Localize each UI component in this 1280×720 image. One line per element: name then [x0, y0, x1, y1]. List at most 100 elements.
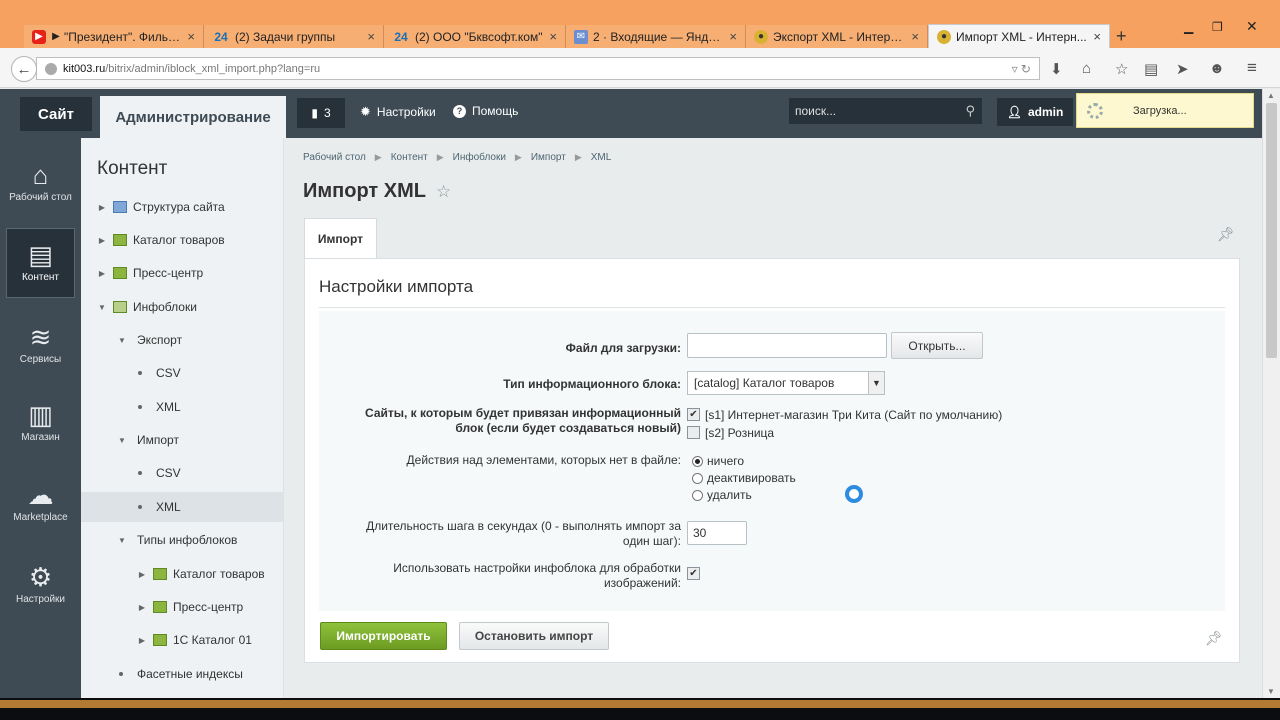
collapse-arrow-icon[interactable]: ▼: [117, 536, 127, 545]
expand-arrow-icon[interactable]: ▶: [97, 236, 107, 245]
expand-arrow-icon[interactable]: ▶: [137, 603, 147, 612]
mail-icon: ✉: [574, 29, 588, 44]
collapse-arrow-icon[interactable]: ▼: [117, 336, 127, 345]
close-icon[interactable]: ×: [549, 29, 557, 44]
bitrix24-icon: 24: [214, 29, 228, 44]
collapse-arrow-icon[interactable]: ▼: [97, 303, 107, 312]
expand-arrow-icon[interactable]: ▶: [137, 570, 147, 579]
notifications-button[interactable]: ▮ 3: [297, 98, 345, 128]
menu-label: Настройки: [15, 594, 66, 605]
collapse-arrow-icon[interactable]: ▼: [117, 436, 127, 445]
tree-item-press[interactable]: ▶ Пресс-центр: [81, 258, 284, 288]
close-icon[interactable]: ×: [187, 29, 195, 44]
chevron-right-icon: ▶: [374, 152, 382, 162]
radio-deactivate[interactable]: деактивировать: [692, 471, 796, 485]
import-button[interactable]: Импортировать: [320, 622, 447, 650]
breadcrumb-link[interactable]: Контент: [391, 152, 428, 163]
close-icon[interactable]: ×: [729, 29, 737, 44]
close-icon[interactable]: ×: [1093, 29, 1101, 44]
tree-item-import-csv[interactable]: CSV: [81, 458, 284, 488]
reload-icon[interactable]: ▿ ↻: [1012, 62, 1031, 76]
home-icon[interactable]: ⌂: [1082, 60, 1091, 77]
user-button[interactable]: 👤︎ admin: [997, 98, 1073, 126]
iblock-icon: [113, 234, 127, 246]
tree-item-import[interactable]: ▼ Импорт: [81, 425, 284, 455]
new-tab-button[interactable]: +: [1116, 26, 1127, 47]
page-scrollbar[interactable]: ▲ ▼: [1262, 89, 1280, 698]
tree-item-site-structure[interactable]: ▶ Структура сайта: [81, 192, 284, 222]
step-input[interactable]: [687, 521, 747, 545]
breadcrumb-link[interactable]: XML: [591, 152, 612, 163]
menu-content[interactable]: ▤ Контент: [6, 228, 75, 298]
tab-import[interactable]: Импорт: [304, 218, 377, 258]
open-file-button[interactable]: Открыть...: [891, 332, 983, 359]
tree-item-import-xml[interactable]: XML: [81, 492, 284, 522]
tree-label: Фасетные индексы: [137, 667, 243, 681]
tree-item-type-1c[interactable]: ▶ 1С Каталог 01: [81, 625, 284, 655]
close-icon[interactable]: ×: [911, 29, 919, 44]
tree-item-export[interactable]: ▼ Экспорт: [81, 325, 284, 355]
menu-label: Рабочий стол: [9, 192, 72, 203]
search-input[interactable]: [795, 104, 955, 118]
download-icon[interactable]: ⬇: [1050, 60, 1063, 78]
address-bar[interactable]: kit003.ru /bitrix/admin/iblock_xml_impor…: [36, 57, 1040, 80]
tree-item-type-catalog[interactable]: ▶ Каталог товаров: [81, 559, 284, 589]
browser-tab-export[interactable]: ● Экспорт XML - Интерн... ×: [746, 25, 928, 48]
tree-item-export-xml[interactable]: XML: [81, 392, 284, 422]
favorite-star-icon[interactable]: ☆: [436, 182, 451, 202]
tree-item-export-csv[interactable]: CSV: [81, 358, 284, 388]
menu-label: Сервисы: [19, 354, 62, 365]
tree-item-facet-index[interactable]: Фасетные индексы: [81, 659, 284, 689]
action-radios: ничего деактивировать удалить: [692, 454, 796, 505]
tree-item-iblocks[interactable]: ▼ Инфоблоки: [81, 292, 284, 322]
expand-arrow-icon[interactable]: ▶: [137, 636, 147, 645]
browser-tab-youtube[interactable]: ▶ ▶ "Президент". Фильм ... ×: [24, 25, 204, 48]
menu-icon[interactable]: ≡: [1247, 58, 1257, 78]
restore-icon[interactable]: ❐: [1212, 20, 1223, 34]
radio-none[interactable]: ничего: [692, 454, 796, 468]
browser-tab-mail[interactable]: ✉ 2 · Входящие — Яндекс... ×: [566, 25, 746, 48]
chat-icon[interactable]: ☻: [1209, 60, 1225, 77]
pin-icon[interactable]: 📌︎: [1217, 226, 1235, 243]
breadcrumb-link[interactable]: Импорт: [531, 152, 566, 163]
site1-checkbox[interactable]: ✔ [s1] Интернет-магазин Три Кита (Сайт п…: [687, 408, 1002, 422]
site-button[interactable]: Сайт: [20, 97, 92, 131]
menu-shop[interactable]: ▥ Магазин: [6, 388, 75, 458]
bookmark-star-icon[interactable]: ☆: [1115, 60, 1128, 78]
scroll-thumb[interactable]: [1266, 103, 1277, 358]
scroll-up-icon[interactable]: ▲: [1267, 91, 1275, 100]
breadcrumb-link[interactable]: Инфоблоки: [453, 152, 506, 163]
browser-tab-import[interactable]: ● Импорт XML - Интерн... ×: [928, 24, 1110, 48]
breadcrumb-link[interactable]: Рабочий стол: [303, 152, 366, 163]
menu-marketplace[interactable]: ☁ Marketplace: [6, 468, 75, 538]
back-button[interactable]: ←: [11, 56, 37, 82]
stop-import-button[interactable]: Остановить импорт: [459, 622, 609, 650]
admin-button[interactable]: Администрирование: [100, 96, 286, 138]
expand-arrow-icon[interactable]: ▶: [97, 203, 107, 212]
img-checkbox[interactable]: ✔: [687, 565, 700, 580]
iblock-type-select[interactable]: [catalog] Каталог товаров ▼: [687, 371, 885, 395]
menu-settings[interactable]: ⚙ Настройки: [6, 550, 75, 620]
pin-icon[interactable]: 📌︎: [1205, 630, 1223, 647]
tree-item-iblock-types[interactable]: ▼ Типы инфоблоков: [81, 525, 284, 555]
expand-arrow-icon[interactable]: ▶: [97, 269, 107, 278]
file-input[interactable]: [687, 333, 887, 358]
close-icon[interactable]: ×: [367, 29, 375, 44]
radio-delete[interactable]: удалить: [692, 488, 796, 502]
close-window-icon[interactable]: ✕: [1246, 18, 1258, 35]
tree-label: Типы инфоблоков: [137, 533, 238, 547]
send-icon[interactable]: ➤: [1176, 60, 1189, 78]
reading-list-icon[interactable]: ▤: [1144, 60, 1158, 78]
site2-checkbox[interactable]: [s2] Розница: [687, 426, 774, 440]
tree-item-catalog[interactable]: ▶ Каталог товаров: [81, 225, 284, 255]
minimize-icon[interactable]: ▁: [1184, 20, 1193, 34]
browser-tab-company[interactable]: 24 (2) ООО "Бквсофт.ком" ×: [384, 25, 566, 48]
menu-services[interactable]: ≋ Сервисы: [6, 310, 75, 380]
scroll-down-icon[interactable]: ▼: [1267, 687, 1275, 696]
help-link[interactable]: ? Помощь: [453, 104, 518, 118]
search-icon[interactable]: ⚲: [965, 103, 975, 119]
menu-desktop[interactable]: ⌂ Рабочий стол: [6, 148, 75, 218]
browser-tab-tasks[interactable]: 24 (2) Задачи группы ×: [204, 25, 384, 48]
settings-link[interactable]: ✹ Настройки: [360, 104, 436, 120]
tree-item-type-press[interactable]: ▶ Пресс-центр: [81, 592, 284, 622]
